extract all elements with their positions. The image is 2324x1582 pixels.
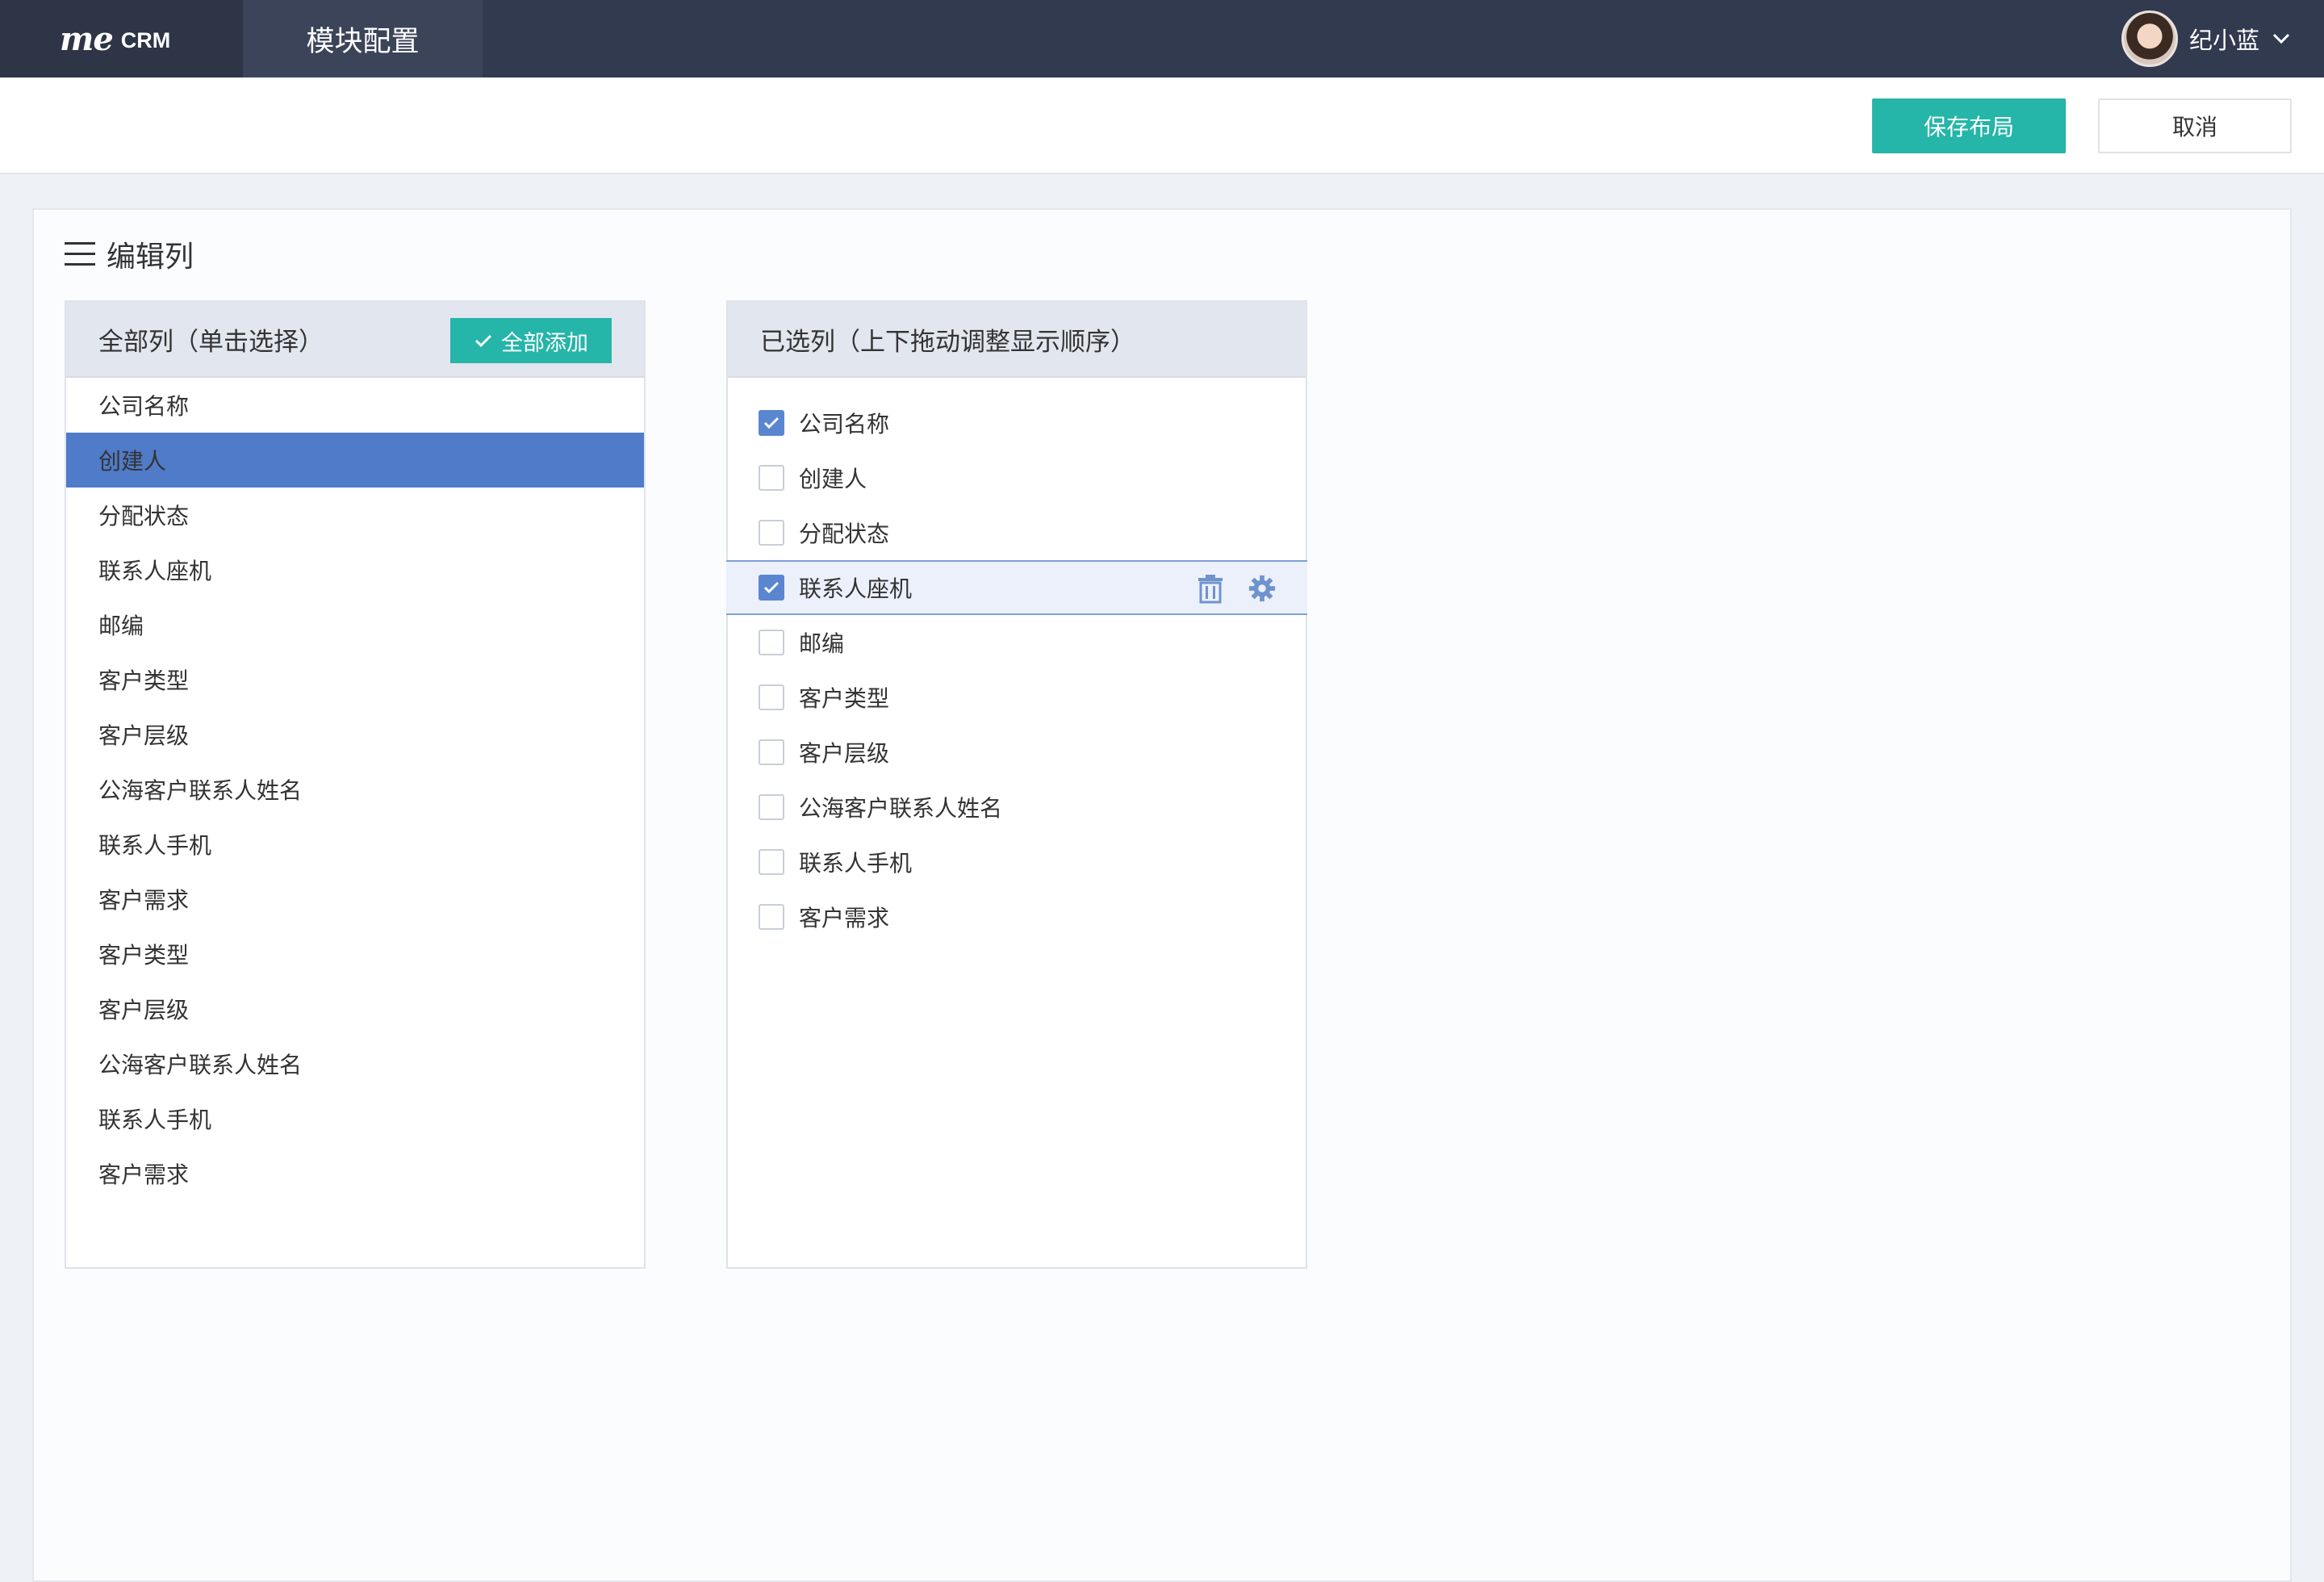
- selected-columns-item[interactable]: 联系人座机: [726, 560, 1307, 615]
- all-columns-item[interactable]: 客户类型: [66, 652, 644, 707]
- all-columns-item[interactable]: 创建人: [66, 433, 644, 488]
- add-all-label: 全部添加: [501, 330, 588, 356]
- selected-column-label: 客户类型: [799, 685, 890, 712]
- column-checkbox[interactable]: [759, 849, 784, 875]
- gear-icon[interactable]: [1248, 573, 1277, 604]
- column-checkbox[interactable]: [759, 410, 784, 436]
- column-checkbox[interactable]: [759, 575, 784, 601]
- all-columns-list: 公司名称 创建人 分配状态 联系人座机 邮编 客户类型 客户层级 公海客户联系人姓名 联系人手机…: [66, 378, 644, 1201]
- all-columns-item[interactable]: 联系人手机: [66, 1091, 644, 1146]
- selected-columns-item[interactable]: 客户类型: [728, 670, 1306, 725]
- logo[interactable]: me CRM: [0, 0, 243, 77]
- column-checkbox[interactable]: [759, 630, 784, 655]
- column-checkbox[interactable]: [759, 465, 784, 491]
- all-columns-item[interactable]: 联系人座机: [66, 542, 644, 597]
- selected-columns-item[interactable]: 分配状态: [728, 505, 1306, 560]
- all-columns-item[interactable]: 客户需求: [66, 872, 644, 927]
- action-bar: 保存布局 取消: [0, 77, 2324, 174]
- selected-columns-item[interactable]: 公司名称: [728, 396, 1306, 450]
- selected-column-label: 联系人座机: [799, 575, 913, 602]
- selected-columns-item[interactable]: 客户层级: [728, 725, 1306, 780]
- add-all-button[interactable]: 全部添加: [450, 318, 612, 363]
- selected-column-label: 分配状态: [799, 521, 890, 547]
- edit-columns-card: 编辑列 全部列（单击选择） 全部添加 公司名称 创建人 分配状态 联系人座机 邮编 客户类…: [32, 208, 2292, 1582]
- card-title: 编辑列: [65, 234, 194, 274]
- column-checkbox[interactable]: [759, 904, 784, 930]
- column-checkbox[interactable]: [759, 794, 784, 820]
- selected-columns-title: 已选列（上下拖动调整显示顺序）: [760, 327, 1135, 357]
- all-columns-panel: 全部列（单击选择） 全部添加 公司名称 创建人 分配状态 联系人座机 邮编 客户类型 客户层…: [65, 300, 646, 1269]
- selected-column-label: 客户层级: [799, 740, 890, 767]
- selected-columns-panel: 已选列（上下拖动调整显示顺序） 公司名称创建人分配状态联系人座机邮编客户类型客户…: [726, 300, 1307, 1269]
- cancel-button[interactable]: 取消: [2098, 98, 2292, 153]
- all-columns-item[interactable]: 客户层级: [66, 981, 644, 1036]
- column-checkbox[interactable]: [759, 684, 784, 710]
- chevron-down-icon[interactable]: [2271, 28, 2292, 49]
- selected-column-label: 创建人: [799, 466, 867, 492]
- row-tools: [1196, 573, 1277, 604]
- selected-column-label: 客户需求: [799, 905, 890, 931]
- selected-column-label: 邮编: [799, 630, 845, 657]
- logo-me-text: me: [60, 19, 114, 58]
- column-checkbox[interactable]: [759, 520, 784, 546]
- selected-columns-item[interactable]: 创建人: [728, 450, 1306, 505]
- avatar[interactable]: [2121, 10, 2178, 67]
- selected-column-label: 公司名称: [799, 411, 890, 437]
- all-columns-item[interactable]: 分配状态: [66, 488, 644, 542]
- all-columns-title: 全部列（单击选择）: [98, 327, 324, 357]
- menu-icon: [65, 242, 95, 266]
- user-name[interactable]: 纪小蓝: [2189, 22, 2259, 56]
- selected-columns-list: 公司名称创建人分配状态联系人座机邮编客户类型客户层级公海客户联系人姓名 联系人手机…: [726, 378, 1307, 944]
- card-title-text: 编辑列: [107, 241, 194, 274]
- selected-column-label: 联系人手机: [799, 850, 913, 877]
- selected-column-label: 公海客户联系人姓名: [799, 795, 1003, 822]
- column-checkbox[interactable]: [759, 739, 784, 765]
- all-columns-item[interactable]: 联系人手机: [66, 817, 644, 872]
- module-config-tab[interactable]: 模块配置: [243, 0, 483, 77]
- all-columns-item[interactable]: 邮编: [66, 597, 644, 652]
- all-columns-header: 全部列（单击选择） 全部添加: [66, 302, 644, 378]
- user-menu[interactable]: 纪小蓝: [2121, 0, 2292, 77]
- all-columns-item[interactable]: 客户层级: [66, 707, 644, 762]
- logo-crm-text: CRM: [120, 27, 171, 52]
- selected-columns-item[interactable]: 客户需求: [728, 889, 1306, 944]
- all-columns-item[interactable]: 公司名称: [66, 378, 644, 433]
- selected-columns-item[interactable]: 联系人手机: [728, 835, 1306, 889]
- all-columns-item[interactable]: 客户类型: [66, 927, 644, 981]
- all-columns-item[interactable]: 公海客户联系人姓名: [66, 1036, 644, 1091]
- top-nav-bar: me CRM 模块配置 纪小蓝: [0, 0, 2324, 77]
- trash-icon[interactable]: [1196, 573, 1225, 604]
- selected-columns-item[interactable]: 邮编: [728, 615, 1306, 670]
- selected-columns-header: 已选列（上下拖动调整显示顺序）: [728, 302, 1306, 378]
- save-layout-button[interactable]: 保存布局: [1872, 98, 2066, 153]
- all-columns-item[interactable]: 客户需求: [66, 1146, 644, 1201]
- check-icon: [474, 334, 492, 348]
- all-columns-item[interactable]: 公海客户联系人姓名: [66, 762, 644, 817]
- selected-columns-item[interactable]: 公海客户联系人姓名: [728, 780, 1306, 835]
